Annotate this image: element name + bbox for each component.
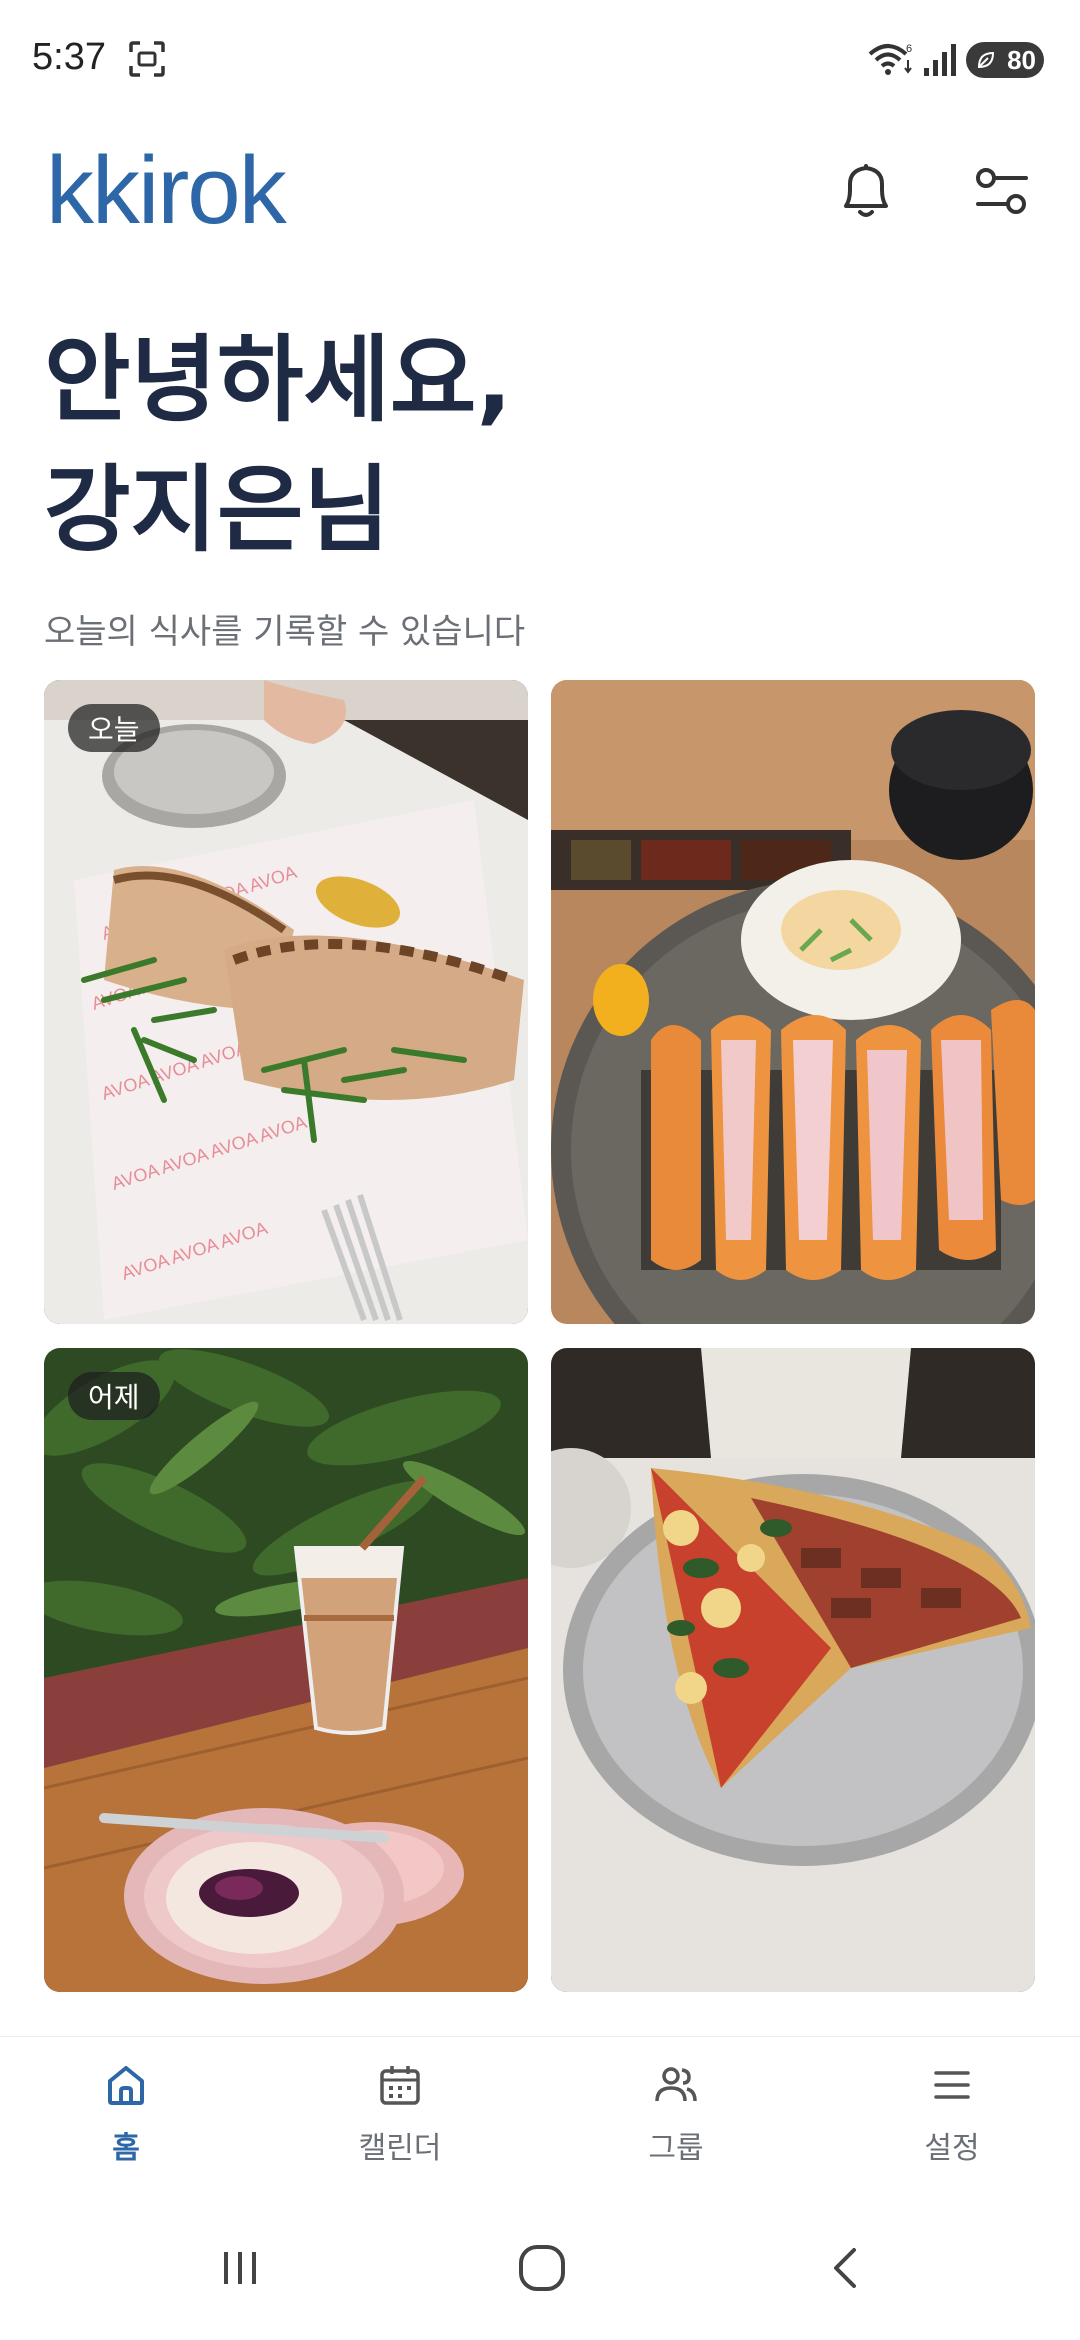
meal-photo: AVOA AVOA AVOA AVOA AVOA AVOA AVOA AVOA … — [44, 680, 528, 1324]
nav-item-settings[interactable]: 설정 — [852, 2061, 1052, 2181]
system-nav — [0, 2196, 1080, 2340]
home-icon — [108, 2066, 144, 2105]
meal-photo-card[interactable] — [551, 1348, 1035, 1992]
signal-icon — [922, 40, 960, 78]
meal-photo — [551, 1348, 1035, 1992]
greeting-heading: 안녕하세요, 강지은님 — [44, 316, 512, 576]
nav-label: 홈 — [112, 2131, 140, 2166]
back-button[interactable] — [814, 2236, 878, 2300]
nav-item-group[interactable]: 그룹 — [576, 2061, 776, 2181]
recents-button[interactable] — [208, 2236, 272, 2300]
meal-photo-card[interactable]: AVOA AVOA AVOA AVOA AVOA AVOA AVOA AVOA … — [44, 680, 528, 1324]
home-circle-icon — [519, 2245, 565, 2291]
greeting-subtitle: 오늘의 식사를 기록할 수 있습니다 — [44, 612, 526, 652]
calendar-icon — [380, 2066, 420, 2105]
nav-label: 캘린더 — [358, 2131, 442, 2166]
screenshot-icon — [128, 40, 166, 78]
battery-icon: 80 — [966, 42, 1044, 78]
greeting-line1: 안녕하세요, — [44, 326, 513, 435]
day-badge: 어제 — [68, 1372, 160, 1420]
meal-photo-card[interactable] — [551, 680, 1035, 1324]
nav-label: 그룹 — [648, 2131, 704, 2166]
meal-photo-card[interactable]: 어제 — [44, 1348, 528, 1992]
filter-icon — [976, 168, 1028, 214]
wifi-icon: 6 — [866, 40, 916, 78]
svg-text:6: 6 — [906, 43, 912, 55]
nav-item-home[interactable]: 홈 — [26, 2061, 226, 2181]
meal-photo — [44, 1348, 528, 1992]
bell-icon — [844, 164, 888, 217]
bottom-nav: 홈 캘린더 그룹 설정 — [0, 2036, 1080, 2196]
meal-photo — [551, 680, 1035, 1324]
filter-button[interactable] — [966, 156, 1038, 228]
system-home-button[interactable] — [510, 2236, 574, 2300]
nav-label: 설정 — [924, 2131, 980, 2166]
recents-icon — [224, 2252, 256, 2284]
back-icon — [834, 2248, 856, 2288]
nav-item-calendar[interactable]: 캘린더 — [300, 2061, 500, 2181]
group-icon — [655, 2067, 697, 2102]
status-time: 5:37 — [32, 36, 106, 78]
status-bar: 5:37 6 80 — [0, 0, 1080, 120]
menu-icon — [934, 2071, 970, 2099]
app-logo: kkirok — [46, 137, 287, 244]
greeting-line2: 강지은님 — [44, 456, 390, 565]
day-badge: 오늘 — [68, 704, 160, 752]
battery-level: 80 — [1007, 44, 1036, 75]
notification-button[interactable] — [830, 156, 902, 228]
